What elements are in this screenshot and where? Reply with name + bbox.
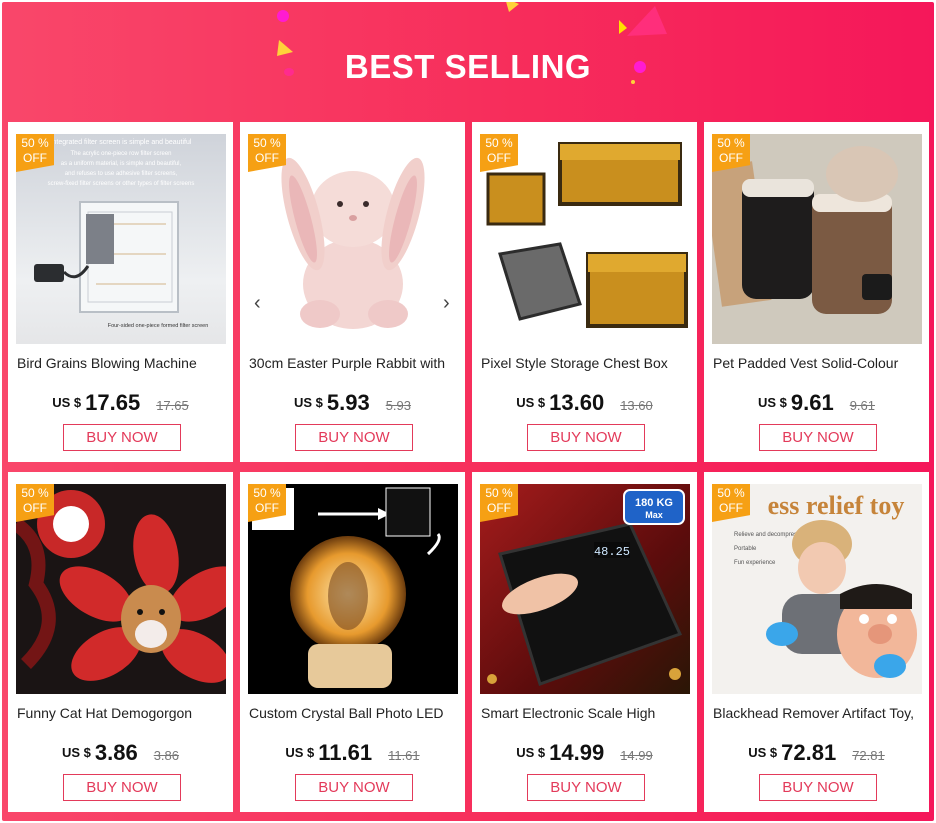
original-price: 3.86 — [153, 748, 180, 763]
product-card[interactable]: 48.25 180 KG Max 50 % OFF Smart Electroni… — [472, 472, 697, 812]
carousel-next-icon[interactable]: › — [443, 292, 450, 315]
price-row: US $17.65 17.65 — [8, 390, 233, 416]
currency: US $ — [516, 395, 546, 410]
buy-now-button[interactable]: BUY NOW — [527, 774, 645, 801]
sale-price: 3.86 — [94, 740, 138, 765]
scale-display: 48.25 — [594, 545, 630, 559]
product-card[interactable]: 50 % OFF Pet Padded Vest Solid-Colour US … — [704, 122, 929, 462]
price-row: US $3.86 3.86 — [8, 740, 233, 766]
price-row: US $11.61 11.61 — [240, 740, 465, 766]
image-headline: ess relief toy — [768, 491, 905, 520]
sale-price: 11.61 — [318, 740, 373, 765]
product-card[interactable]: 50 % OFF Pixel Style Storage Chest Box US… — [472, 122, 697, 462]
product-name[interactable]: Blackhead Remover Artifact Toy, — [713, 705, 923, 721]
sale-price: 72.81 — [781, 740, 837, 765]
image-caption: as a uniform material, is simple and bea… — [61, 161, 182, 167]
sale-price: 5.93 — [326, 390, 370, 415]
image-caption: and refuses to use adhesive filter scree… — [65, 171, 178, 177]
buy-now-button[interactable]: BUY NOW — [759, 424, 877, 451]
image-caption: Relieve and decompress — [734, 532, 800, 538]
product-card[interactable]: 50 % OFF Funny Cat Hat Demogorgon US $3.8… — [8, 472, 233, 812]
price-row: US $13.60 13.60 — [472, 390, 697, 416]
product-card[interactable]: 50 % OFF Custom Crystal Ball Photo LED US… — [240, 472, 465, 812]
product-name[interactable]: Pixel Style Storage Chest Box — [481, 355, 691, 371]
sale-price: 9.61 — [790, 390, 834, 415]
carousel-prev-icon[interactable]: ‹ — [254, 292, 261, 315]
original-price: 17.65 — [156, 398, 189, 413]
product-name[interactable]: 30cm Easter Purple Rabbit with — [249, 355, 459, 371]
buy-now-button[interactable]: BUY NOW — [63, 424, 181, 451]
buy-now-button[interactable]: BUY NOW — [759, 774, 877, 801]
buy-now-button[interactable]: BUY NOW — [527, 424, 645, 451]
currency: US $ — [516, 745, 546, 760]
page-title: BEST SELLING — [344, 48, 592, 85]
sale-price: 17.65 — [85, 390, 141, 415]
original-price: 14.99 — [620, 748, 653, 763]
price-row: US $5.93 5.93 — [240, 390, 465, 416]
image-caption: screw-fixed filter screens or other type… — [48, 181, 195, 187]
image-caption: Four-sided one-piece formed filter scree… — [108, 323, 209, 329]
currency: US $ — [61, 745, 91, 760]
original-price: 72.81 — [852, 748, 885, 763]
capacity-label: 180 KG — [635, 497, 673, 509]
buy-now-button[interactable]: BUY NOW — [295, 424, 413, 451]
product-card[interactable]: ess relief toy Relieve and decompress Po… — [704, 472, 929, 812]
currency: US $ — [293, 395, 323, 410]
product-name[interactable]: Pet Padded Vest Solid-Colour — [713, 355, 923, 371]
original-price: 11.61 — [388, 748, 420, 763]
product-grid: Integrated filter screen is simple and b… — [8, 122, 931, 816]
sale-price: 14.99 — [549, 740, 605, 765]
currency: US $ — [748, 745, 778, 760]
product-name[interactable]: Custom Crystal Ball Photo LED — [249, 705, 459, 721]
product-name[interactable]: Funny Cat Hat Demogorgon — [17, 705, 227, 721]
price-row: US $14.99 14.99 — [472, 740, 697, 766]
currency: US $ — [52, 395, 82, 410]
product-name[interactable]: Smart Electronic Scale High — [481, 705, 691, 721]
capacity-max-label: Max — [645, 510, 663, 520]
original-price: 13.60 — [620, 398, 653, 413]
buy-now-button[interactable]: BUY NOW — [295, 774, 413, 801]
product-card[interactable]: ‹ › 50 % OFF 30cm Easter Purple Rabbit wi… — [240, 122, 465, 462]
best-selling-banner: BEST SELLING Integrated filter screen is… — [2, 2, 934, 821]
price-row: US $9.61 9.61 — [704, 390, 929, 416]
product-name[interactable]: Bird Grains Blowing Machine — [17, 355, 227, 371]
image-caption: The acrylic one-piece row filter screen — [70, 151, 171, 157]
original-price: 5.93 — [385, 398, 412, 413]
image-caption: Fun experience — [734, 560, 776, 566]
image-caption: Integrated filter screen is simple and b… — [51, 139, 192, 146]
currency: US $ — [757, 395, 787, 410]
original-price: 9.61 — [849, 398, 876, 413]
price-row: US $72.81 72.81 — [704, 740, 929, 766]
image-caption: Portable — [734, 546, 757, 552]
product-card[interactable]: Integrated filter screen is simple and b… — [8, 122, 233, 462]
currency: US $ — [285, 745, 315, 760]
sale-price: 13.60 — [549, 390, 605, 415]
buy-now-button[interactable]: BUY NOW — [63, 774, 181, 801]
